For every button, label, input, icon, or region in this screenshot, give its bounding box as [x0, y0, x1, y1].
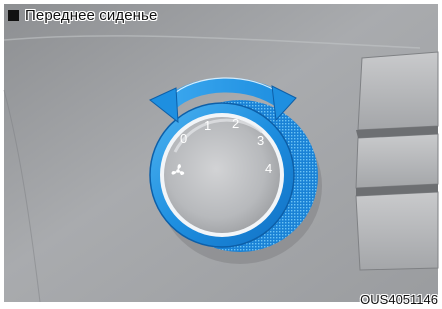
seat-heater-knob[interactable] [149, 102, 295, 248]
dashboard-panel: 0 1 2 3 4 [0, 0, 442, 309]
image-code: OUS4051146 [360, 292, 438, 307]
caption-text: Переднее сиденье [25, 7, 158, 24]
section-caption: Переднее сиденье [8, 7, 157, 24]
scale-label-0: 0 [180, 131, 187, 146]
scale-label-4: 4 [265, 161, 272, 176]
scale-label-1: 1 [204, 118, 211, 133]
side-buttons [355, 51, 439, 271]
illustration-frame: 0 1 2 3 4 Переднее сиденье OUS4051146 [0, 0, 442, 309]
scale-label-2: 2 [232, 116, 239, 131]
bullet-square-icon [8, 10, 19, 21]
scale-label-3: 3 [257, 133, 264, 148]
